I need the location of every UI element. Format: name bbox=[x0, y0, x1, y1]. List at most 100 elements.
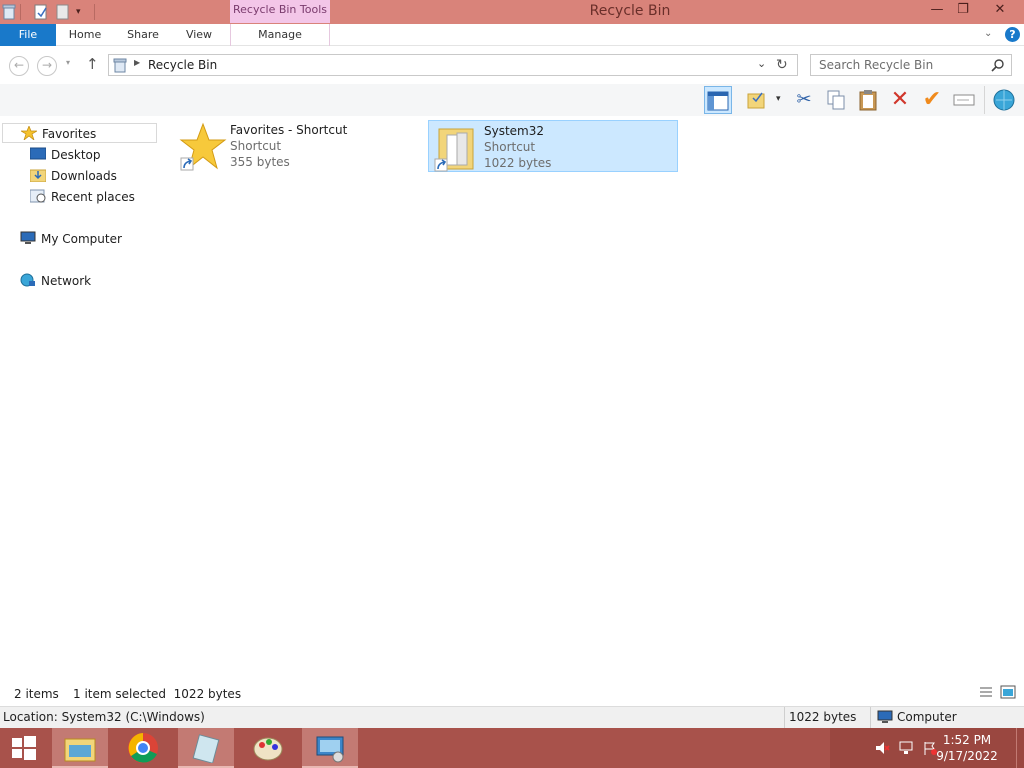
favorites-shortcut-icon bbox=[179, 122, 227, 175]
large-icons-view-icon[interactable] bbox=[1000, 685, 1016, 702]
restore-item-icon[interactable]: ✔ bbox=[918, 86, 946, 114]
details-bar: Location: System32 (C:\Windows) 1022 byt… bbox=[0, 706, 1024, 729]
nav-label-favorites: Favorites bbox=[42, 127, 97, 141]
up-button[interactable]: ↑ bbox=[86, 55, 99, 73]
delete-icon[interactable]: ✕ bbox=[886, 86, 914, 114]
file-name: Favorites - Shortcut bbox=[230, 123, 348, 137]
breadcrumb-recycle-bin[interactable]: Recycle Bin bbox=[148, 58, 217, 72]
status-bar: 2 items 1 item selected 1022 bytes bbox=[0, 680, 1024, 706]
cut-icon[interactable]: ✂ bbox=[790, 86, 818, 114]
system32-folder-shortcut-icon bbox=[433, 123, 481, 176]
nav-label-my-computer: My Computer bbox=[41, 232, 122, 246]
help-icon[interactable]: ? bbox=[1005, 27, 1020, 42]
notepad-taskbar-icon[interactable] bbox=[178, 728, 234, 768]
file-name: System32 bbox=[484, 124, 545, 138]
computer-icon bbox=[20, 231, 36, 245]
paste-icon[interactable] bbox=[854, 86, 882, 114]
tab-file[interactable]: File bbox=[0, 24, 56, 46]
details-divider bbox=[870, 707, 871, 729]
recycle-bin-tools-tab: Recycle Bin Tools bbox=[230, 0, 330, 23]
nav-label-recent-places: Recent places bbox=[51, 190, 135, 204]
refresh-icon[interactable]: ↻ bbox=[776, 57, 788, 73]
tab-share[interactable]: Share bbox=[120, 24, 166, 46]
file-item[interactable]: System32 Shortcut 1022 bytes bbox=[428, 120, 678, 172]
zone-label: Computer bbox=[897, 710, 957, 724]
network-tray-icon[interactable] bbox=[898, 740, 914, 759]
file-list-pane[interactable]: Favorites - Shortcut Shortcut 355 bytes … bbox=[160, 116, 1024, 680]
nav-item-network[interactable]: Network bbox=[20, 271, 91, 291]
nav-item-my-computer[interactable]: My Computer bbox=[20, 229, 122, 249]
file-item[interactable]: Favorites - Shortcut Shortcut 355 bytes bbox=[175, 120, 425, 172]
ribbon-tabs: File Home Share View Manage ⌄ ? bbox=[0, 24, 1024, 46]
select-folder-icon[interactable] bbox=[742, 86, 770, 114]
expand-ribbon-icon[interactable]: ⌄ bbox=[984, 28, 996, 42]
address-bar: ← → ▾ ↑ ▶ Recycle Bin ⌄ ↻ Search Recycle… bbox=[0, 46, 1024, 84]
clock-date: 9/17/2022 bbox=[936, 749, 998, 763]
search-field[interactable]: Search Recycle Bin bbox=[810, 54, 1012, 76]
navigation-pane: Favorites Desktop Downloads Recent place… bbox=[0, 116, 160, 680]
tab-manage[interactable]: Manage bbox=[240, 24, 320, 46]
details-view-icon[interactable] bbox=[978, 685, 994, 702]
title-bar: ▾ Recycle Bin Tools Recycle Bin — ❐ ✕ bbox=[0, 0, 1024, 24]
computer-zone-icon bbox=[877, 710, 893, 727]
file-size: 355 bytes bbox=[230, 155, 290, 169]
forward-button[interactable]: → bbox=[37, 56, 57, 76]
clock[interactable]: 1:52 PM 9/17/2022 bbox=[932, 732, 1002, 764]
address-dropdown-icon[interactable]: ⌄ bbox=[757, 57, 766, 70]
volume-muted-icon[interactable] bbox=[874, 740, 890, 759]
network-globe-icon[interactable] bbox=[990, 86, 1018, 114]
nav-item-recent-places[interactable]: Recent places bbox=[29, 187, 135, 207]
nav-item-downloads[interactable]: Downloads bbox=[29, 166, 117, 186]
breadcrumb-chevron-icon[interactable]: ▶ bbox=[134, 58, 140, 67]
toolbar-divider bbox=[984, 86, 985, 114]
properties-icon[interactable] bbox=[34, 4, 48, 20]
nav-label-downloads: Downloads bbox=[51, 169, 117, 183]
recent-places-icon bbox=[29, 189, 46, 203]
command-toolbar: ▾ ✂ ✕ ✔ bbox=[0, 84, 1024, 116]
paint-taskbar-icon[interactable] bbox=[240, 728, 296, 768]
search-icon[interactable] bbox=[991, 58, 1005, 75]
back-button[interactable]: ← bbox=[9, 56, 29, 76]
tab-home[interactable]: Home bbox=[62, 24, 108, 46]
desktop-icon bbox=[29, 147, 47, 161]
nav-label-desktop: Desktop bbox=[51, 148, 101, 162]
copy-icon[interactable] bbox=[822, 86, 850, 114]
star-icon bbox=[19, 125, 39, 142]
close-button[interactable]: ✕ bbox=[984, 0, 1016, 22]
new-folder-icon[interactable] bbox=[56, 4, 70, 20]
tab-view[interactable]: View bbox=[176, 24, 222, 46]
navigation-pane-icon[interactable] bbox=[704, 86, 732, 114]
file-size: 1022 bytes bbox=[484, 156, 552, 170]
downloads-folder-icon bbox=[29, 168, 47, 183]
clock-time: 1:52 PM bbox=[942, 733, 992, 747]
search-placeholder: Search Recycle Bin bbox=[819, 58, 934, 72]
rename-icon[interactable] bbox=[950, 86, 978, 114]
file-type: Shortcut bbox=[484, 140, 536, 154]
selection-info: 1 item selected 1022 bytes bbox=[73, 687, 242, 701]
taskbar: 1:52 PM 9/17/2022 bbox=[0, 728, 1024, 768]
recycle-bin-icon[interactable] bbox=[2, 4, 16, 20]
location-text: Location: System32 (C:\Windows) bbox=[3, 710, 205, 724]
restore-button[interactable]: ❐ bbox=[948, 0, 978, 22]
file-type: Shortcut bbox=[230, 139, 282, 153]
details-divider bbox=[784, 707, 785, 729]
nav-label-network: Network bbox=[41, 274, 92, 288]
window-title: Recycle Bin bbox=[589, 3, 671, 19]
recent-locations-icon[interactable]: ▾ bbox=[66, 58, 70, 67]
remote-desktop-taskbar-icon[interactable] bbox=[302, 728, 358, 768]
file-explorer-taskbar-icon[interactable] bbox=[52, 728, 108, 768]
chrome-taskbar-icon[interactable] bbox=[115, 728, 171, 768]
customize-qat-icon[interactable]: ▾ bbox=[76, 4, 88, 20]
start-button[interactable] bbox=[0, 728, 48, 768]
recycle-bin-icon bbox=[113, 58, 127, 77]
detail-size: 1022 bytes bbox=[789, 710, 857, 724]
item-count: 2 items bbox=[14, 687, 59, 701]
network-icon bbox=[20, 273, 36, 287]
show-desktop-button[interactable] bbox=[1016, 728, 1024, 768]
nav-item-desktop[interactable]: Desktop bbox=[29, 145, 101, 165]
qat-divider bbox=[94, 4, 95, 20]
qat-divider bbox=[20, 4, 21, 20]
address-field[interactable]: ▶ Recycle Bin ⌄ bbox=[108, 54, 798, 76]
select-dropdown-icon[interactable]: ▾ bbox=[776, 94, 781, 104]
nav-item-favorites[interactable]: Favorites bbox=[2, 123, 157, 143]
